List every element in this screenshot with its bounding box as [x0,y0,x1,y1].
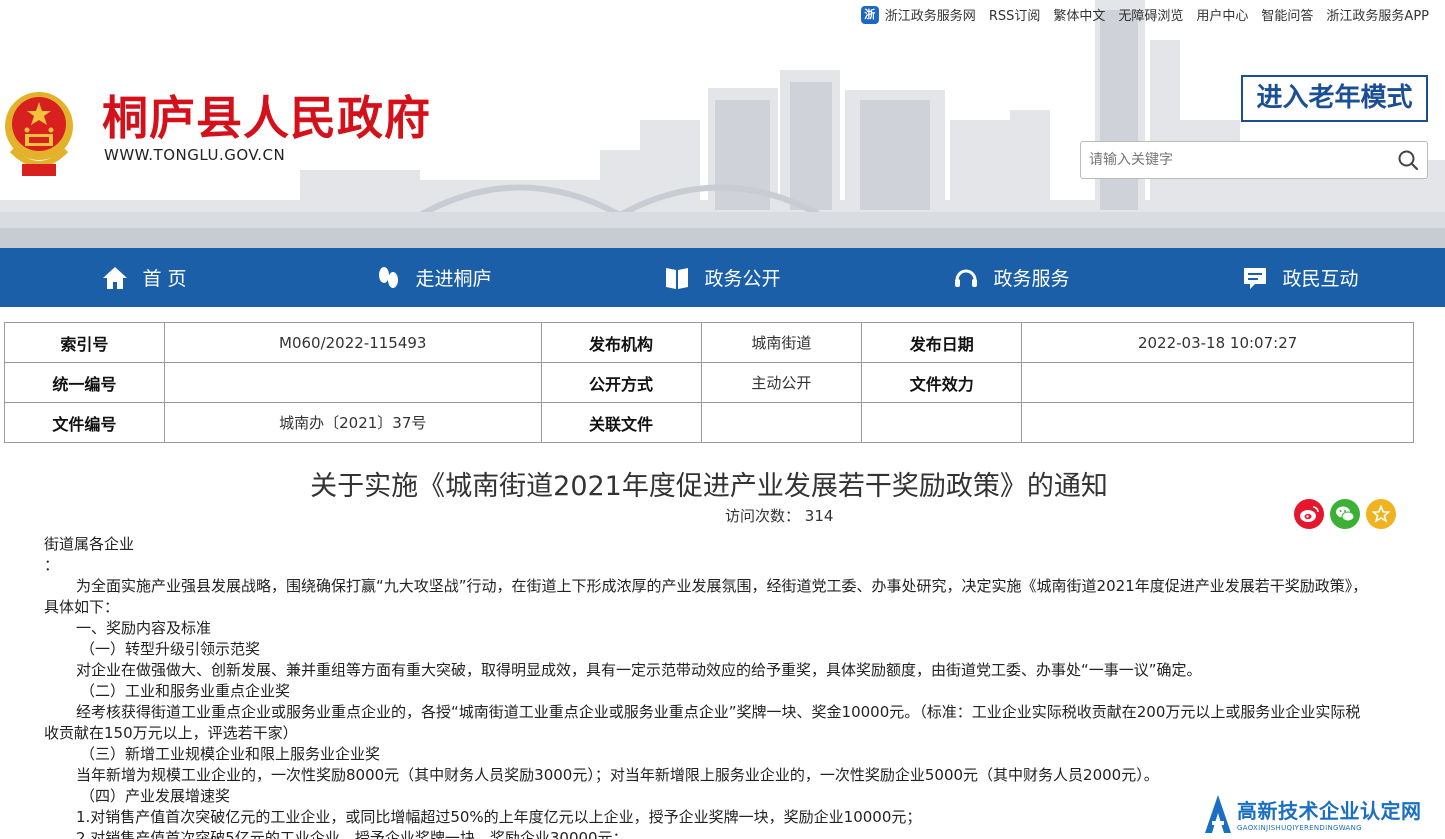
table-row: 文件编号 城南办〔2021〕37号 关联文件 [4,402,1414,443]
article-title: 关于实施《城南街道2021年度促进产业发展若干奖励政策》的通知 [310,471,1108,502]
unified-no-value [163,362,542,403]
watermark-sub-text: GAOXINJISHUQIYERENDINGWANG [1237,824,1362,832]
watermark-logo-icon [1205,794,1231,833]
main-nav: 首 页 走进桐庐 政务公开 政务服务 政民互动 [0,248,1445,307]
watermark-text: 高新技术企业认定网 GAOXINJISHUQIYERENDINGWANG [1237,795,1422,832]
book-icon [666,267,689,289]
paragraph: 1.对销售产值首次突破亿元的工业企业，或同比增幅超过50%的上年度亿元以上企业，… [76,808,922,826]
subsection-heading: （一）转型升级引领示范奖 [80,640,261,658]
weibo-share-icon[interactable] [1294,499,1324,529]
national-emblem-logo [5,92,73,176]
validity-label: 文件效力 [861,362,1023,403]
subsection-heading: （三）新增工业规模企业和限上服务业企业奖 [80,745,381,763]
doc-no-label: 文件编号 [4,402,165,443]
zhejiang-gov-service-icon: 浙 [860,5,879,24]
index-no-value: M060/2022-115493 [163,322,542,363]
visit-count: 访问次数： 314 [725,505,833,526]
nav-item-gov-affairs-open[interactable]: 政务公开 [578,248,867,307]
empty-cell [1021,402,1414,443]
headset-icon [955,269,978,287]
index-no-label: 索引号 [4,322,165,363]
salutation-colon: ： [44,556,60,574]
publish-date-label: 发布日期 [861,322,1023,363]
visit-count-value: 314 [804,507,834,525]
document-info-table: 索引号 M060/2022-115493 发布机构 城南街道 发布日期 2022… [4,322,1414,443]
related-label: 关联文件 [540,402,702,443]
nav-item-about-tonglu[interactable]: 走进桐庐 [289,248,578,307]
nav-item-interaction[interactable]: 政民互动 [1156,248,1445,307]
section-heading: 一、奖励内容及标准 [76,619,212,637]
wechat-share-icon[interactable] [1330,499,1360,529]
open-mode-value: 主动公开 [700,362,863,403]
nav-label: 走进桐庐 [415,268,492,290]
search-box [1080,141,1428,179]
unified-no-label: 统一编号 [4,362,165,403]
paragraph: 当年新增为规模工业企业的，一次性奖励8000元（其中财务人员奖励3000元）；对… [76,766,1159,784]
paragraph: 2.对销售产值首次突破5亿元的工业企业，授予企业奖牌一块，奖励企业30000元； [76,829,628,839]
top-links-bar: 浙 浙江政务服务网 RSS订阅 繁体中文 无障碍浏览 用户中心 智能问答 浙江政… [848,5,1429,24]
paragraph: 经考核获得街道工业重点企业或服务业重点企业的，各授“城南街道工业重点企业或服务业… [44,703,1361,742]
top-link-zjzwfw[interactable]: 浙 浙江政务服务网 [860,5,976,24]
top-link-label: 浙江政务服务网 [884,9,976,24]
table-row: 统一编号 公开方式 主动公开 文件效力 [4,362,1414,403]
validity-value [1021,362,1414,403]
top-link-accessibility[interactable]: 无障碍浏览 [1118,5,1183,24]
watermark-main-text: 高新技术企业认定网 [1237,799,1422,823]
salutation: 街道属各企业 [44,535,135,553]
nav-label: 政民互动 [1282,268,1359,290]
footprints-icon [379,266,399,288]
home-icon [103,266,128,289]
top-link-rss[interactable]: RSS订阅 [989,5,1041,24]
site-url: WWW.TONGLU.GOV.CN [104,146,286,164]
nav-item-home[interactable]: 首 页 [0,248,289,307]
nav-label: 首 页 [142,268,187,290]
watermark: 高新技术企业认定网 GAOXINJISHUQIYERENDINGWANG [1203,788,1443,839]
open-mode-label: 公开方式 [540,362,702,403]
search-input[interactable] [1081,143,1389,177]
subsection-heading: （二）工业和服务业重点企业奖 [80,682,291,700]
visit-count-label: 访问次数： [725,507,801,525]
paragraph: 对企业在做强做大、创新发展、兼并重组等方面有重大突破，取得明显成效，具有一定示范… [76,661,1202,679]
publish-date-value: 2022-03-18 10:07:27 [1021,322,1414,363]
nav-item-gov-services[interactable]: 政务服务 [867,248,1156,307]
share-bar [1294,499,1402,529]
favorite-star-icon[interactable] [1366,499,1396,529]
nav-label: 政务服务 [993,268,1070,290]
table-row: 索引号 M060/2022-115493 发布机构 城南街道 发布日期 2022… [4,322,1414,363]
top-link-app[interactable]: 浙江政务服务APP [1326,5,1429,24]
site-header: 浙 浙江政务服务网 RSS订阅 繁体中文 无障碍浏览 用户中心 智能问答 浙江政… [0,0,1445,248]
search-icon[interactable] [1389,142,1427,178]
paragraph: 为全面实施产业强县发展战略，围绕确保打赢“九大攻坚战”行动，在街道上下形成浓厚的… [44,577,1368,616]
subsection-heading: （四）产业发展增速奖 [80,787,231,805]
article-body: 街道属各企业 ： 为全面实施产业强县发展战略，围绕确保打赢“九大攻坚战”行动，在… [44,534,1374,839]
top-link-user-center[interactable]: 用户中心 [1196,5,1248,24]
message-icon [1244,267,1267,289]
top-link-smart-qa[interactable]: 智能问答 [1261,5,1313,24]
nav-label: 政务公开 [704,268,781,290]
empty-cell [861,402,1023,443]
elder-mode-button[interactable]: 进入老年模式 [1241,75,1428,122]
related-value [700,402,863,443]
publisher-label: 发布机构 [540,322,702,363]
doc-no-value: 城南办〔2021〕37号 [163,402,542,443]
top-link-traditional-chinese[interactable]: 繁体中文 [1053,5,1105,24]
publisher-value: 城南街道 [700,322,863,363]
site-title: 桐庐县人民政府 [102,91,431,145]
